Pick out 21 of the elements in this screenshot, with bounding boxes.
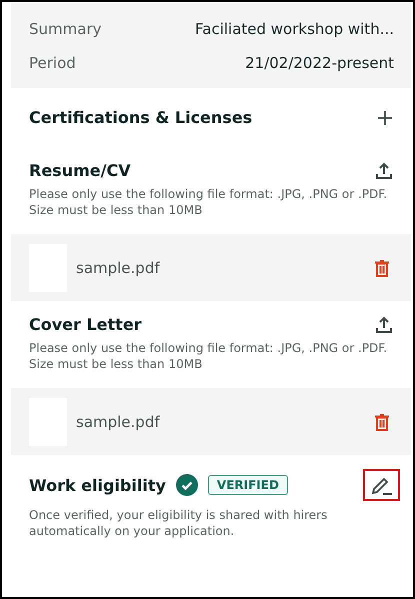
field-label: Period: [29, 54, 76, 72]
edit-button[interactable]: [363, 469, 400, 501]
field-value: 21/02/2022-present: [245, 54, 394, 72]
section-title: Certifications & Licenses: [29, 108, 252, 127]
file-name: sample.pdf: [76, 259, 161, 277]
add-icon[interactable]: [377, 110, 393, 126]
section-title: Work eligibility: [29, 476, 166, 494]
field-value: Faciliated workshop with...: [195, 20, 394, 38]
field-label: Summary: [29, 20, 102, 38]
delete-icon[interactable]: [375, 260, 389, 276]
format-hint: Please only use the following file format: .JPG, .PNG or .PDF. Size must be less than 10MB: [29, 186, 388, 218]
format-hint: Please only use the following file format: .JPG, .PNG or .PDF. Size must be less than 10MB: [29, 340, 388, 372]
verified-badge: VERIFIED: [208, 475, 288, 495]
file-name: sample.pdf: [76, 413, 161, 431]
upload-icon[interactable]: [375, 316, 393, 334]
eligibility-note: Once verified, your eligibility is shared with hirers automatically on your application.: [29, 507, 328, 539]
section-title: Resume/CV: [29, 161, 131, 180]
section-title: Cover Letter: [29, 315, 142, 334]
pencil-icon: [371, 476, 393, 496]
delete-icon[interactable]: [375, 414, 389, 430]
upload-icon[interactable]: [375, 162, 393, 180]
